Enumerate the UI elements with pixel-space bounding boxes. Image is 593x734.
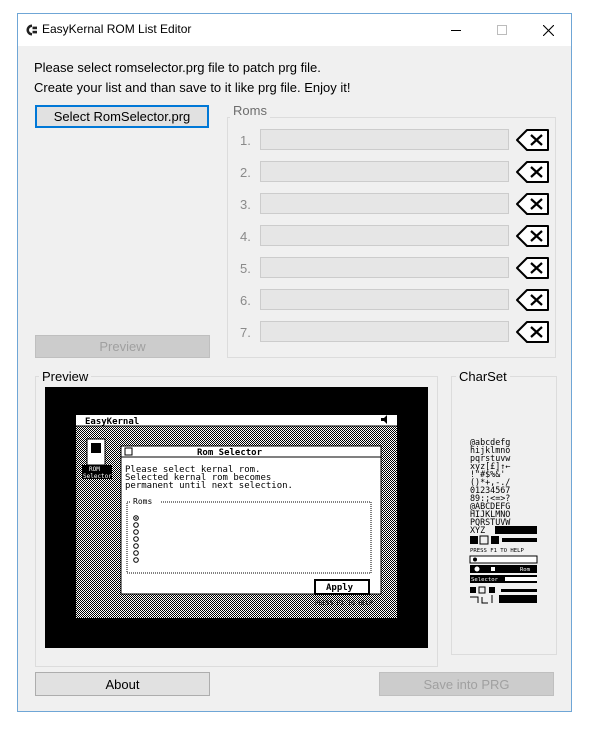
rom-number-3: 3. [240,197,251,212]
c64-menubar-title: EasyKernal [85,417,139,427]
rom-number-7: 7. [240,325,251,340]
rom-field-4[interactable] [260,225,509,246]
rom-field-2[interactable] [260,161,509,182]
title-bar[interactable]: EasyKernal ROM List Editor [18,14,571,46]
charset-row: PRESS F1 TO HELP [470,548,525,554]
intro-line-2: Create your list and than save to it lik… [34,80,351,95]
charset-image: @abcdefg hijklmno pqrstuvw xyz[£]↑← !"#$… [469,437,538,604]
delete-rom-2-icon[interactable] [515,160,551,184]
c64-help-hint: PRESS F1 TO HELP [315,600,373,607]
delete-rom-5-icon[interactable] [515,256,551,280]
delete-rom-6-icon[interactable] [515,288,551,312]
c64-dialog-title: Rom Selector [197,448,263,458]
delete-rom-1-icon[interactable] [515,128,551,152]
commodore-logo-icon [26,24,37,36]
about-button[interactable]: About [35,672,210,696]
rom-number-2: 2. [240,165,251,180]
maximize-button[interactable] [479,14,525,46]
save-into-prg-button[interactable]: Save into PRG [379,672,554,696]
delete-rom-3-icon[interactable] [515,192,551,216]
charset-row: Selector [471,577,499,583]
window-title: EasyKernal ROM List Editor [42,22,192,36]
delete-rom-7-icon[interactable] [515,320,551,344]
rom-field-7[interactable] [260,321,509,342]
minimize-icon [451,30,461,31]
c64-icon-label-rom: ROM [89,466,100,473]
rom-number-1: 1. [240,133,251,148]
c64-msg-3: permanent until next selection. [125,481,293,491]
rom-field-6[interactable] [260,289,509,310]
rom-field-3[interactable] [260,193,509,214]
intro-line-1: Please select romselector.prg file to pa… [34,60,321,75]
preview-button[interactable]: Preview [35,335,210,358]
c64-roms-label: Roms [133,497,152,506]
charset-group-label: CharSet [456,369,510,384]
roms-group-label: Roms [230,103,270,118]
c64-icon-label-selector: Selector [83,473,112,480]
select-romselector-button[interactable]: Select RomSelector.prg [35,105,209,128]
rom-field-5[interactable] [260,257,509,278]
c64-apply-button: Apply [326,583,354,593]
close-button[interactable] [525,14,571,46]
charset-row: XYZ [470,525,485,535]
minimize-button[interactable] [433,14,479,46]
preview-group-label: Preview [39,369,92,384]
rom-field-1[interactable] [260,129,509,150]
main-window: EasyKernal ROM List Editor Please select… [17,13,572,712]
maximize-icon [497,25,507,35]
c64-preview-screen: EasyKernal ROM Selector Rom Selector Ple… [45,387,428,648]
close-icon [542,24,554,36]
rom-number-5: 5. [240,261,251,276]
delete-rom-4-icon[interactable] [515,224,551,248]
charset-row: Rom [520,567,531,573]
rom-number-4: 4. [240,229,251,244]
rom-number-6: 6. [240,293,251,308]
